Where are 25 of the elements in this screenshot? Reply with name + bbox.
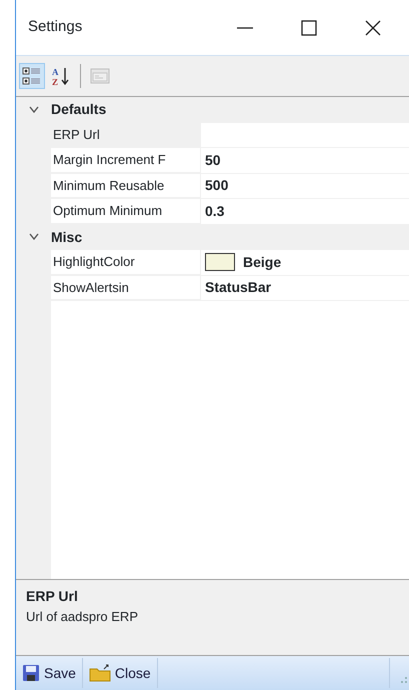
property-value[interactable]: 0.3 — [205, 200, 224, 222]
property-label[interactable]: Optimum Minimum — [51, 199, 201, 224]
save-button[interactable]: Save — [16, 658, 83, 688]
close-icon[interactable] — [364, 18, 382, 36]
property-label[interactable]: ShowAlertsin — [51, 276, 201, 300]
property-label[interactable]: ERP Url — [51, 122, 201, 147]
description-text: Url of aadspro ERP — [26, 608, 139, 626]
window-title: Settings — [28, 17, 84, 38]
description-title: ERP Url — [26, 587, 79, 606]
property-value[interactable]: 50 — [205, 150, 221, 171]
folder-icon — [88, 664, 111, 682]
expand-toggle[interactable] — [28, 106, 38, 114]
category-header: Defaults — [51, 100, 106, 120]
expand-toggle[interactable] — [28, 233, 38, 242]
property-label[interactable]: HighlightColor — [51, 250, 201, 274]
close-button[interactable]: Close — [82, 658, 158, 688]
categorized-view-button[interactable] — [19, 63, 45, 89]
property-label[interactable]: Minimum Reusable — [51, 174, 201, 198]
property-value[interactable]: StatusBar — [205, 277, 272, 298]
sort-alphabetical-button[interactable]: A Z — [48, 63, 74, 89]
maximize-icon[interactable] — [300, 18, 318, 36]
property-value[interactable]: 500 — [205, 175, 228, 196]
property-label[interactable]: Margin Increment F — [51, 148, 201, 172]
property-value[interactable]: Beige — [243, 252, 282, 273]
category-header: Misc — [51, 228, 82, 247]
